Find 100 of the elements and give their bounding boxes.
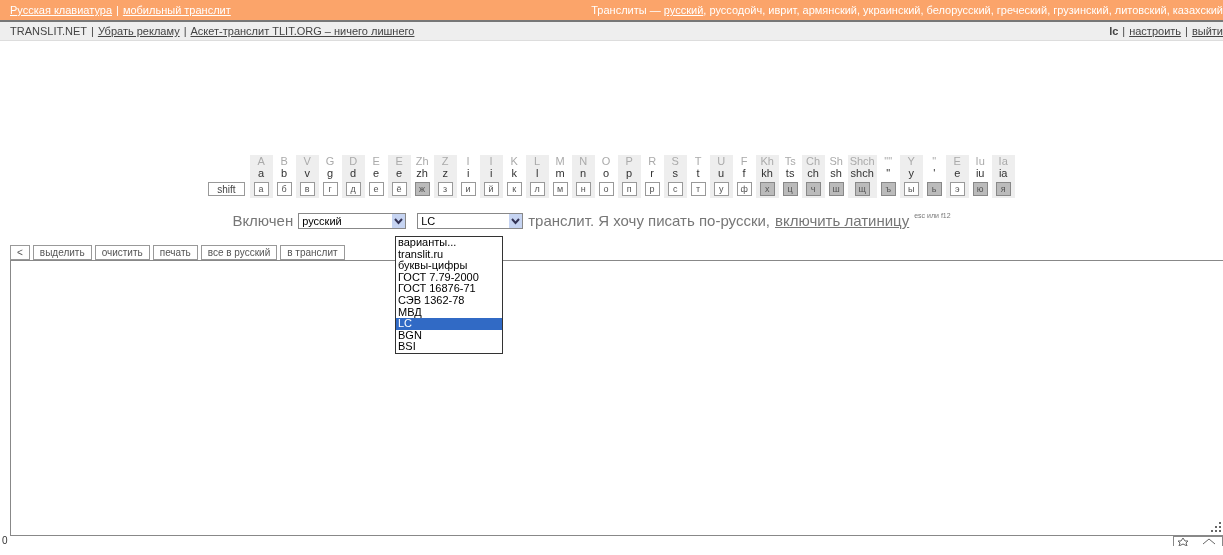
separator: | (116, 4, 119, 16)
latin-capital: Iu (975, 155, 985, 167)
comma: , (762, 4, 767, 16)
letter-key[interactable]: к (506, 182, 522, 196)
latin-lowercase: ch (807, 167, 819, 180)
dropdown-option[interactable]: варианты... (396, 237, 502, 249)
star-and-home-icon[interactable] (1173, 536, 1223, 546)
site-name: TRANSLIT.NET (10, 25, 87, 37)
letter-key[interactable]: ж (414, 182, 430, 196)
latin-lowercase: p (626, 167, 633, 180)
letter-key[interactable]: я (995, 182, 1011, 196)
letter-key[interactable]: б (276, 182, 292, 196)
latin-lowercase: zh (416, 167, 428, 180)
mode-text: транслит. Я хочу писать по-русски, (528, 212, 770, 229)
latin-capital: Ts (784, 155, 796, 167)
letter-key[interactable]: ъ (880, 182, 896, 196)
letter-key[interactable]: и (460, 182, 476, 196)
account-link[interactable]: настроить (1129, 25, 1182, 37)
latin-capital: R (648, 155, 657, 167)
letter-key[interactable]: ы (903, 182, 919, 196)
letter-key[interactable]: х (759, 182, 775, 196)
letter-key[interactable]: с (667, 182, 683, 196)
latin-lowercase: e (954, 167, 961, 180)
shift-key[interactable]: shift (208, 182, 245, 196)
latin-capital: O (601, 155, 611, 167)
latin-capital: P (625, 155, 633, 167)
latin-capital: A (257, 155, 265, 167)
latin-lowercase: ts (785, 167, 795, 180)
scheme-select[interactable]: LC (417, 212, 524, 229)
comma: , (796, 4, 801, 16)
letter-key[interactable]: ч (805, 182, 821, 196)
letter-key[interactable]: н (575, 182, 591, 196)
dropdown-option[interactable]: BSI (396, 341, 502, 353)
latin-lowercase: l (535, 167, 539, 180)
account-link[interactable]: выйти (1191, 25, 1223, 37)
comma: , (1166, 4, 1171, 16)
letter-key[interactable]: э (949, 182, 965, 196)
latin-capital: N (579, 155, 588, 167)
letter-key[interactable]: р (644, 182, 660, 196)
latin-capital: T (694, 155, 702, 167)
latin-lowercase: s (672, 167, 678, 180)
latin-capital: Kh (760, 155, 774, 167)
dropdown-option[interactable]: МВД (396, 306, 502, 319)
letter-key[interactable]: й (483, 182, 499, 196)
dropdown-option[interactable]: буквы-цифры (396, 260, 502, 272)
mode-label: Включен (232, 212, 294, 229)
latin-lowercase: b (281, 167, 288, 180)
letter-key[interactable]: ю (972, 182, 988, 196)
latin-lowercase: shch (850, 167, 874, 180)
dropdown-option[interactable]: СЭВ 1362-78 (396, 294, 502, 307)
latin-capital: "" (884, 155, 893, 167)
language-select[interactable]: русский (298, 212, 407, 229)
letter-key[interactable]: о (598, 182, 614, 196)
letter-key[interactable]: у (713, 182, 729, 196)
nav-link[interactable]: Убрать рекламу (97, 25, 180, 37)
dropdown-option[interactable]: ГОСТ 16876-71 (396, 283, 502, 295)
latin-lowercase: d (350, 167, 357, 180)
letter-key[interactable]: щ (854, 182, 870, 196)
dropdown-option[interactable]: translit.ru (396, 248, 502, 261)
toolbar-button[interactable]: < (10, 245, 30, 260)
dropdown-option[interactable]: ГОСТ 7.79-2000 (396, 271, 502, 284)
latin-capital: B (280, 155, 288, 167)
letter-key[interactable]: г (322, 182, 338, 196)
dropdown-option[interactable]: BGN (396, 329, 502, 342)
letter-key[interactable]: ё (391, 182, 407, 196)
letter-key[interactable]: м (552, 182, 568, 196)
comma: , (920, 4, 925, 16)
nav-link[interactable]: Аскет-транслит TLIT.ORG – ничего лишнего (190, 25, 415, 37)
latin-capital: Sh (829, 155, 843, 167)
letter-key[interactable]: ц (782, 182, 798, 196)
letter-key[interactable]: ф (736, 182, 752, 196)
latin-capital: Y (907, 155, 915, 167)
toolbar-button[interactable]: печать (152, 245, 198, 260)
letter-key[interactable]: л (529, 182, 545, 196)
toolbar-button[interactable]: очистить (94, 245, 150, 260)
letter-key[interactable]: з (437, 182, 453, 196)
toolbar-button[interactable]: выделить (32, 245, 92, 260)
comma: , (1108, 4, 1113, 16)
dropdown-option[interactable]: LC (396, 318, 502, 330)
letter-key[interactable]: д (345, 182, 361, 196)
toolbar-button[interactable]: в транслит (280, 245, 345, 260)
latin-capital: G (325, 155, 335, 167)
letter-key[interactable]: ш (828, 182, 844, 196)
latin-lowercase: f (742, 167, 746, 180)
letter-key[interactable]: в (299, 182, 315, 196)
latin-capital: Ch (806, 155, 821, 167)
toolbar-button[interactable]: все в русский (200, 245, 278, 260)
user-name: lc (1109, 25, 1119, 37)
latin-lowercase: z (442, 167, 448, 180)
letter-key[interactable]: п (621, 182, 637, 196)
separator: | (91, 25, 94, 37)
latin-lowercase: i (466, 167, 470, 180)
letter-key[interactable]: е (368, 182, 384, 196)
letter-key[interactable]: ь (926, 182, 942, 196)
resize-grip-icon[interactable] (1210, 522, 1221, 533)
latin-lowercase: i (489, 167, 493, 180)
letter-key[interactable]: а (253, 182, 269, 196)
letter-key[interactable]: т (690, 182, 706, 196)
latin-lowercase: e (373, 167, 380, 180)
latin-toggle-link[interactable]: включить латиницу (775, 212, 910, 229)
